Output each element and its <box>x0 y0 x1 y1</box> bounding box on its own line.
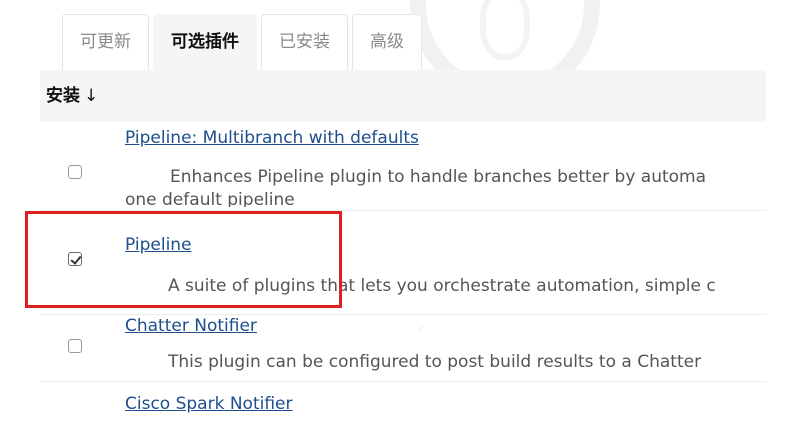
plugin-link-chatter-notifier[interactable]: Chatter Notifier <box>125 316 257 336</box>
install-checkbox[interactable] <box>68 339 82 353</box>
table-row: Chatter Notifier This plugin can be conf… <box>40 314 789 382</box>
install-checkbox[interactable] <box>68 165 82 179</box>
table-clip-edge <box>766 70 789 406</box>
tab-available[interactable]: 可选插件 <box>153 14 257 70</box>
table-row: Pipeline: Multibranch with defaults Enha… <box>40 122 789 211</box>
plugin-link-pipeline-multibranch-defaults[interactable]: Pipeline: Multibranch with defaults <box>125 128 419 148</box>
sort-arrow-icon: ↓ <box>84 86 99 106</box>
install-column-header[interactable]: 安装 ↓ <box>46 70 98 122</box>
plugin-description: Enhances Pipeline plugin to handle branc… <box>170 167 707 187</box>
tab-installed[interactable]: 已安装 <box>261 14 348 70</box>
table-row: Cisco Spark Notifier <box>40 381 789 421</box>
plugin-description: This plugin can be configured to post bu… <box>168 352 702 372</box>
plugin-description-continued: one default pipeline <box>125 190 295 207</box>
plugin-tabs: 可更新 可选插件 已安装 高级 <box>62 14 422 70</box>
table-header: 安装↓ 名称 <box>40 70 789 122</box>
watermark-logo-inner <box>480 0 530 60</box>
plugin-link-cisco-spark-notifier[interactable]: Cisco Spark Notifier <box>125 394 293 414</box>
install-header-label: 安装 <box>46 86 80 106</box>
tab-advanced[interactable]: 高级 <box>352 14 422 70</box>
highlight-box <box>25 211 342 308</box>
tab-updates[interactable]: 可更新 <box>62 14 149 70</box>
